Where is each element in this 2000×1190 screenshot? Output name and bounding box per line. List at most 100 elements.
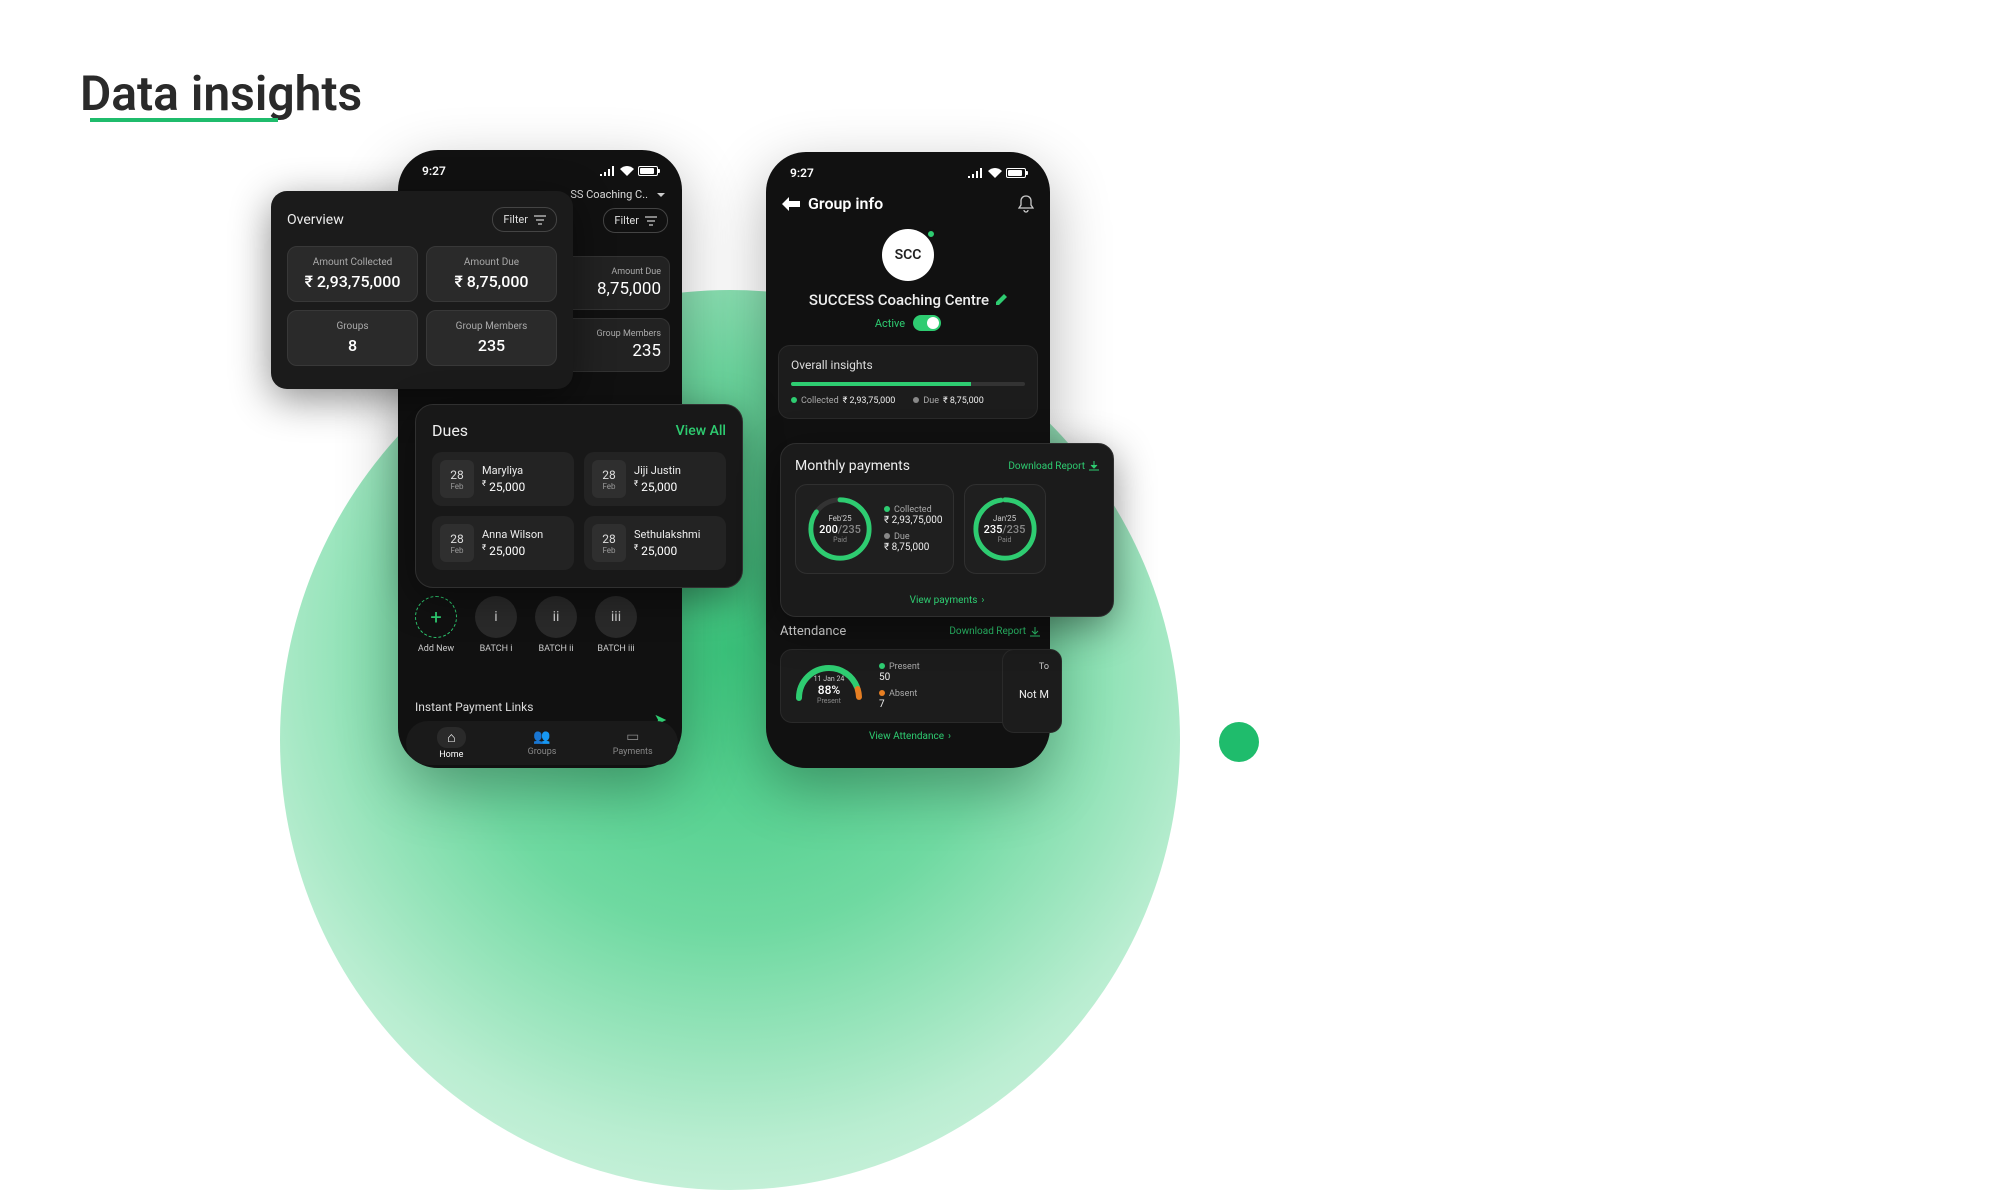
ring-month: Feb'25 <box>828 514 851 523</box>
batch-label: BATCH i <box>480 644 513 654</box>
online-dot <box>926 229 936 239</box>
half-ring-chart: 11 Jan 24 88% Present <box>793 662 865 710</box>
stat-due: Amount Due ₹ 8,75,000 <box>426 246 557 302</box>
nav-groups[interactable]: 👥 Groups <box>497 721 588 765</box>
avatar-wrap: SCC <box>882 229 934 281</box>
stat-value: 8 <box>296 336 409 355</box>
download-icon <box>1089 461 1099 471</box>
back-icon[interactable] <box>782 197 800 211</box>
batch-iii[interactable]: iii BATCH iii <box>595 596 637 654</box>
stat-members: Group Members 235 <box>426 310 557 366</box>
download-report-link[interactable]: Download Report <box>949 626 1040 637</box>
date-box: 28Feb <box>440 524 474 562</box>
active-toggle-row: Active <box>766 315 1050 331</box>
due-amount: ₹ 25,000 <box>634 543 718 558</box>
attendance-section: Attendance Download Report 11 Jan 24 88%… <box>780 624 1040 742</box>
filter-label: Filter <box>614 214 639 227</box>
due-name: Anna Wilson <box>482 528 566 541</box>
attendance-card-next[interactable]: To Not M <box>1002 649 1062 733</box>
attendance-pct: 88% <box>818 683 840 697</box>
view-all-link[interactable]: View All <box>676 423 726 439</box>
batch-label: BATCH iii <box>597 644 634 654</box>
attendance-label: Present <box>817 697 841 705</box>
download-report-link[interactable]: Download Report <box>1008 461 1099 472</box>
group-name-row: SUCCESS Coaching Centre <box>766 291 1050 309</box>
nav-label: Groups <box>528 747 557 757</box>
wifi-icon <box>620 166 634 176</box>
ipl-label: Instant Payment Links <box>415 700 533 714</box>
insights-due: Due₹ 8,75,000 <box>913 396 983 406</box>
chevron-right-icon: › <box>948 731 951 742</box>
download-icon <box>1030 627 1040 637</box>
view-payments-label: View payments <box>910 595 978 606</box>
groups-icon: 👥 <box>533 729 550 745</box>
page-title: Data insights <box>80 65 362 122</box>
plus-icon: + <box>415 596 457 638</box>
nav-payments[interactable]: ▭ Payments <box>587 721 678 765</box>
monthly-title: Monthly payments <box>795 458 910 474</box>
batch-row: + Add New i BATCH i ii BATCH ii iii BATC… <box>415 596 667 654</box>
batch-label: BATCH ii <box>538 644 573 654</box>
ring-month: Jan'25 <box>993 514 1016 523</box>
dues-title: Dues <box>432 421 468 440</box>
title-underline <box>90 118 278 122</box>
due-name: Maryliya <box>482 464 566 477</box>
date-box: 28Feb <box>592 524 626 562</box>
present-stat: Present50 <box>879 662 920 683</box>
batch-icon: iii <box>595 596 637 638</box>
add-new-batch[interactable]: + Add New <box>415 596 457 654</box>
stat-collected: Amount Collected ₹ 2,93,75,000 <box>287 246 418 302</box>
month-card-feb[interactable]: Feb'25 200/235 Paid Collected₹ 2,93,75,0… <box>795 484 954 574</box>
view-payments-link[interactable]: View payments › <box>910 595 985 606</box>
stat-label: Amount Collected <box>296 257 409 268</box>
nav-label: Home <box>439 750 463 760</box>
overview-card: Overview Filter Amount Collected ₹ 2,93,… <box>271 191 573 389</box>
ring-ratio: 200/235 <box>819 523 861 536</box>
monthly-payments-card: Monthly payments Download Report Feb'25 … <box>780 443 1114 617</box>
due-stat: Due₹ 8,75,000 <box>884 532 943 553</box>
status-time: 9:27 <box>790 166 814 180</box>
due-item[interactable]: 28FebMaryliya₹ 25,000 <box>432 452 574 506</box>
progress-fill <box>791 382 971 386</box>
stat-label: Group Members <box>435 321 548 332</box>
due-item[interactable]: 28FebJiji Justin₹ 25,000 <box>584 452 726 506</box>
attendance-card[interactable]: 11 Jan 24 88% Present Present50 Absent7 <box>780 649 1040 723</box>
bottom-nav: ⌂ Home 👥 Groups ▭ Payments <box>406 721 678 765</box>
dues-card: Dues View All 28FebMaryliya₹ 25,00028Feb… <box>415 404 743 588</box>
group-info-title: Group info <box>808 194 883 213</box>
bell-icon[interactable] <box>1018 195 1034 213</box>
edit-icon[interactable] <box>995 294 1007 306</box>
due-name: Jiji Justin <box>634 464 718 477</box>
wifi-icon <box>988 168 1002 178</box>
download-label: Download Report <box>1008 461 1085 472</box>
stat-value: ₹ 2,93,75,000 <box>296 272 409 291</box>
active-toggle[interactable] <box>913 315 941 331</box>
signal-icon <box>968 168 984 178</box>
status-bar: 9:27 <box>766 152 1050 186</box>
batch-ii[interactable]: ii BATCH ii <box>535 596 577 654</box>
active-label: Active <box>875 317 905 330</box>
coaching-name: SS Coaching C.. <box>570 188 648 201</box>
filter-button[interactable]: Filter <box>492 207 557 232</box>
ring-chart-jan: Jan'25 235/235 Paid <box>971 495 1039 563</box>
chevron-right-icon: › <box>981 595 984 606</box>
view-attendance-label: View Attendance <box>869 731 944 742</box>
month-card-jan[interactable]: Jan'25 235/235 Paid <box>964 484 1046 574</box>
filter-button-inner[interactable]: Filter <box>603 208 668 233</box>
batch-icon: i <box>475 596 517 638</box>
nav-label: Payments <box>613 747 653 757</box>
accent-dot <box>1219 722 1259 762</box>
date-box: 28Feb <box>440 460 474 498</box>
battery-icon <box>638 166 658 176</box>
filter-icon <box>534 215 546 225</box>
due-amount: ₹ 25,000 <box>482 543 566 558</box>
group-name: SUCCESS Coaching Centre <box>809 291 989 309</box>
signal-icon <box>600 166 616 176</box>
due-item[interactable]: 28FebSethulakshmi₹ 25,000 <box>584 516 726 570</box>
absent-stat: Absent7 <box>879 689 920 710</box>
nav-home[interactable]: ⌂ Home <box>406 721 497 765</box>
ring-paid-label: Paid <box>833 536 847 544</box>
due-item[interactable]: 28Feb Anna Wilson ₹ 25,000 <box>432 516 574 570</box>
batch-i[interactable]: i BATCH i <box>475 596 517 654</box>
batch-icon: ii <box>535 596 577 638</box>
